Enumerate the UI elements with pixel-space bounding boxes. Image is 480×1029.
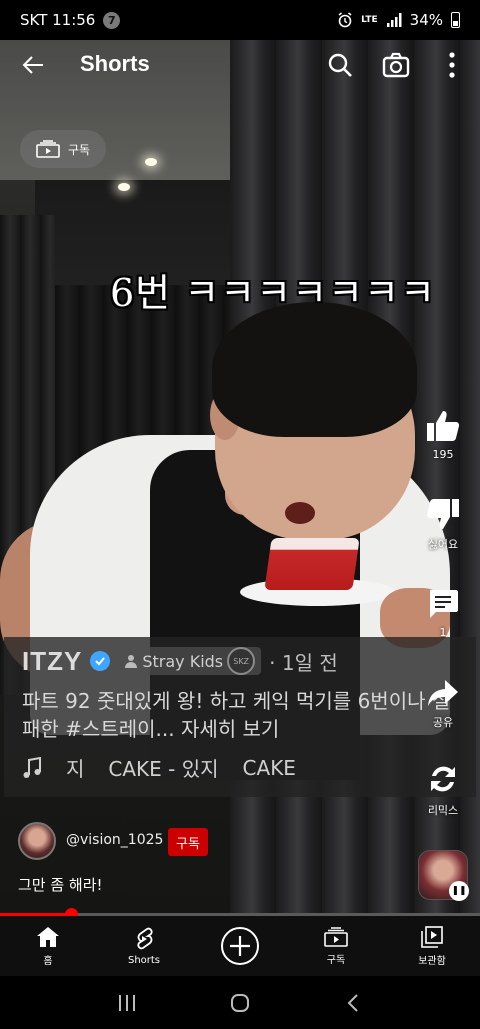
video-info-panel: ITZY Stray Kids SKZ · 1일 전 파트 92 줏대있게 왕!… xyxy=(4,637,476,797)
system-navigation xyxy=(0,976,480,1029)
nav-subscriptions-label: 구독 xyxy=(326,954,346,966)
page-title: Shorts xyxy=(80,51,150,76)
red-velvet-cake xyxy=(264,538,360,590)
more-vert-icon xyxy=(449,52,455,78)
thumbs-down-icon xyxy=(426,499,459,529)
like-count: 195 xyxy=(432,448,454,461)
subscribe-button[interactable]: 구독 xyxy=(168,828,208,856)
person-icon xyxy=(125,655,138,668)
share-button[interactable]: 공유 xyxy=(420,678,466,730)
more-options-button[interactable] xyxy=(434,47,470,83)
nav-library-label: 보관함 xyxy=(418,955,446,967)
search-icon xyxy=(328,53,352,77)
status-bar: SKT 11:56 7 LTE 34% xyxy=(0,0,480,40)
collab-channel-name: Stray Kids xyxy=(142,651,224,671)
music-item: CAKE xyxy=(242,755,296,780)
comments-button[interactable]: 1 xyxy=(420,588,466,639)
subscriptions-chip-label: 구독 xyxy=(68,142,91,157)
signal-icon xyxy=(386,13,402,27)
ceiling-lamp xyxy=(118,183,130,191)
sound-source-thumbnail[interactable]: ❚❚ xyxy=(418,850,469,901)
collab-channel-chip[interactable]: Stray Kids SKZ xyxy=(118,647,262,675)
create-button[interactable] xyxy=(221,927,259,965)
share-icon xyxy=(428,680,458,706)
comment-icon xyxy=(430,590,458,618)
share-label: 공유 xyxy=(432,716,454,729)
camera-icon xyxy=(382,52,410,78)
subscriptions-icon xyxy=(36,140,60,158)
person-mouth xyxy=(285,502,315,524)
alarm-icon xyxy=(338,12,352,28)
music-item: 지 xyxy=(66,757,85,781)
recent-apps-icon xyxy=(118,994,135,1011)
home-icon xyxy=(37,926,59,947)
like-button[interactable]: 195 xyxy=(420,410,466,461)
music-item: CAKE - 있지 xyxy=(108,757,219,781)
search-button[interactable] xyxy=(322,47,358,83)
bottom-navigation: 홈 Shorts 구독 보관함 xyxy=(0,916,480,976)
music-note-icon xyxy=(23,756,41,778)
back-button[interactable] xyxy=(18,50,48,80)
nav-home-label: 홈 xyxy=(43,955,53,967)
back-arrow-icon xyxy=(22,56,43,74)
subscriptions-icon xyxy=(324,926,348,947)
library-icon xyxy=(421,925,443,948)
show-more-link[interactable]: 자세히 보기 xyxy=(181,717,279,741)
nav-shorts[interactable]: Shorts xyxy=(96,916,192,976)
avatar[interactable] xyxy=(18,822,56,860)
remix-label: 리믹스 xyxy=(427,804,459,817)
dislike-label: 싫어요 xyxy=(427,538,459,551)
remix-icon xyxy=(431,766,455,792)
nav-shorts-label: Shorts xyxy=(127,954,161,966)
time-ago: · 1일 전 xyxy=(269,650,338,675)
camera-button[interactable] xyxy=(378,47,414,83)
remix-button[interactable]: 리믹스 xyxy=(420,762,466,818)
nav-subscriptions[interactable]: 구독 xyxy=(288,916,384,976)
plus-icon xyxy=(230,936,250,956)
notification-count-badge: 7 xyxy=(103,11,121,29)
ceiling-lamp xyxy=(145,158,157,166)
dislike-button[interactable]: 싫어요 xyxy=(420,498,466,552)
verified-icon xyxy=(90,651,111,671)
recent-apps-button[interactable] xyxy=(107,983,147,1023)
battery-percent: 34% xyxy=(409,11,443,29)
play-pause-icon: ❚❚ xyxy=(449,881,469,901)
collab-channel-logo: SKZ xyxy=(227,647,256,675)
video-description[interactable]: 파트 92 줏대있게 왕! 하고 케익 먹기를 6번이나 실패한 #스트레이..… xyxy=(22,687,462,743)
subscriptions-chip[interactable]: 구독 xyxy=(20,130,107,168)
comment-count: 1 xyxy=(439,626,447,639)
network-type: LTE xyxy=(361,14,378,25)
home-circle-icon xyxy=(230,993,249,1012)
home-system-button[interactable] xyxy=(220,983,260,1023)
nav-home[interactable]: 홈 xyxy=(0,916,96,976)
channel-handle[interactable]: @vision_1025 xyxy=(66,832,163,848)
pinned-comment-text: 그만 좀 해라! xyxy=(18,876,103,894)
music-ticker[interactable]: 지 CAKE - 있지 CAKE xyxy=(22,753,476,782)
nav-library[interactable]: 보관함 xyxy=(384,916,480,976)
carrier-time: SKT 11:56 xyxy=(20,11,96,29)
shorts-icon xyxy=(137,927,153,949)
battery-icon xyxy=(451,12,460,28)
channel-comment-area: @vision_1025 구독 그만 좀 해라! ❚❚ xyxy=(0,818,480,914)
person-hair xyxy=(212,302,417,437)
back-system-button[interactable] xyxy=(333,983,373,1023)
chevron-left-icon xyxy=(347,993,359,1012)
thumbs-up-icon xyxy=(427,411,460,441)
nav-create[interactable] xyxy=(192,916,288,976)
video-caption-overlay: 6번 ㅋㅋㅋㅋㅋㅋㅋ xyxy=(110,271,436,315)
top-bar: Shorts xyxy=(0,40,480,90)
channel-name[interactable]: ITZY xyxy=(22,646,82,677)
